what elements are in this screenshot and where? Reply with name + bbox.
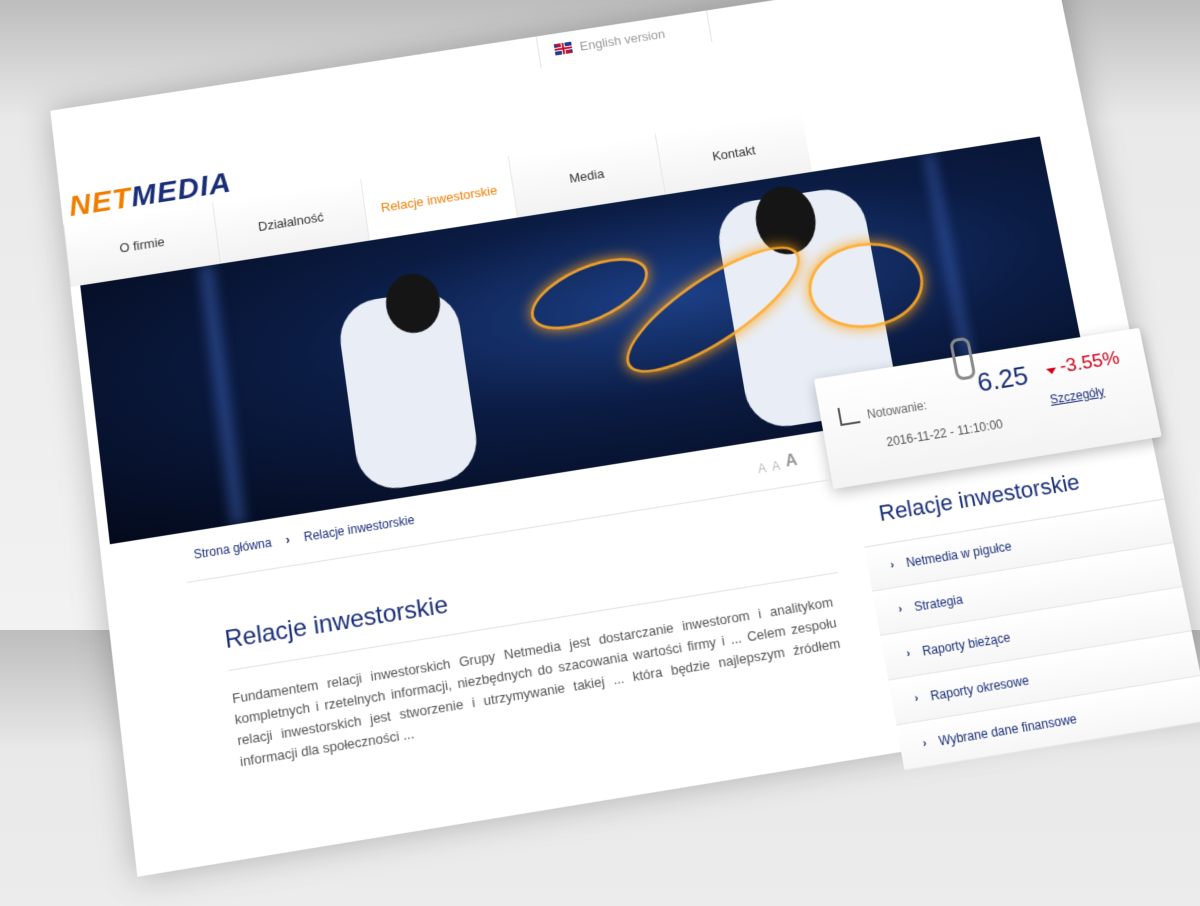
chevron-right-icon: › xyxy=(897,603,903,616)
website-page: English version NETMEDIA O firmie Działa… xyxy=(50,0,1200,877)
light-beam xyxy=(199,265,245,525)
chevron-right-icon: › xyxy=(922,737,928,750)
sidebar-item-label: Raporty okresowe xyxy=(929,673,1030,704)
chevron-right-icon: › xyxy=(905,647,911,660)
chevron-right-icon: › xyxy=(889,559,895,572)
nav-label: Relacje inwestorskie xyxy=(380,182,498,214)
quote-change: -3.55% xyxy=(1058,348,1122,379)
chart-icon xyxy=(837,405,860,426)
quote-details-link[interactable]: Szczegóły xyxy=(1049,384,1106,406)
down-arrow-icon xyxy=(1046,367,1057,374)
sidebar-item-label: Netmedia w pigułce xyxy=(905,539,1013,570)
quote-price: 6.25 xyxy=(975,360,1031,399)
language-switch[interactable]: English version xyxy=(536,10,713,68)
quote-label: Notowanie: xyxy=(866,398,928,421)
font-size-controls: A A A xyxy=(756,452,799,476)
breadcrumb-current[interactable]: Relacje inwestorskie xyxy=(303,513,415,545)
sidebar-menu: Relacje inwestorskie › Netmedia w pigułc… xyxy=(857,456,1200,771)
font-size-medium[interactable]: A xyxy=(771,459,781,474)
chevron-right-icon: › xyxy=(285,532,291,547)
chevron-right-icon: › xyxy=(914,692,920,705)
sidebar-item-label: Strategia xyxy=(913,592,964,614)
spark-swirl xyxy=(521,243,659,344)
language-label: English version xyxy=(579,26,666,53)
nav-label: Media xyxy=(568,166,605,186)
nav-label: O firmie xyxy=(119,234,166,255)
perspective-plane: English version NETMEDIA O firmie Działa… xyxy=(0,0,1200,706)
sidebar-item-label: Raporty bieżące xyxy=(921,630,1011,659)
nav-label: Działalność xyxy=(257,209,324,234)
font-size-large[interactable]: A xyxy=(784,452,799,472)
uk-flag-icon xyxy=(554,42,573,56)
sidebar-item-label: Wybrane dane finansowe xyxy=(938,712,1079,749)
breadcrumb-home[interactable]: Strona główna xyxy=(193,535,273,562)
nav-label: Kontakt xyxy=(711,142,756,163)
font-size-small[interactable]: A xyxy=(757,461,767,476)
page-title: Relacje inwestorskie xyxy=(223,591,450,656)
quote-date: 2016-11-22 - 11:10:00 xyxy=(885,417,1004,449)
